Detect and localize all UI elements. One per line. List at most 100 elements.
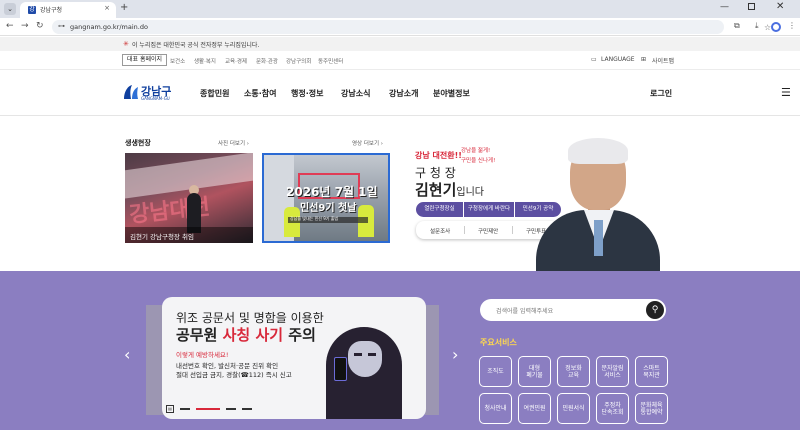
- gov-emblem-icon: ✳: [123, 40, 129, 48]
- mayor-slogan-b: 구민을 신나게!: [461, 158, 496, 164]
- nav-item-news[interactable]: 강남소식: [341, 88, 370, 99]
- logo-subtitle: GANGNAM-GU: [141, 96, 170, 101]
- extensions-icon[interactable]: ⧉: [734, 21, 740, 31]
- main-navigation: 강남구 GANGNAM-GU 종합민원 소통·참여 행정·정보 강남소식 강남소…: [0, 70, 800, 116]
- util-link-welfare[interactable]: 생활·복지: [194, 57, 216, 65]
- photo-more-link[interactable]: 사진 더보기 ›: [218, 139, 249, 147]
- service-sms-alert[interactable]: 문자알림 서비스: [596, 356, 629, 387]
- video-title: 2026년 7월 1일: [286, 185, 378, 199]
- video-card-first-day[interactable]: 2026년 7월 1일 민선9기 첫날 강남을 빛내는 민선 9기 출범: [262, 153, 390, 243]
- service-parking-check[interactable]: 주정차 단속조회: [596, 393, 629, 424]
- back-icon[interactable]: ←: [6, 21, 14, 31]
- portrait-hair: [568, 138, 628, 164]
- promo-slide-fraud-warning[interactable]: 위조 공문서 및 명함을 이용한 공무원 사칭 사기 주의 이렇게 예방하세요!…: [162, 297, 426, 419]
- slide-indicator[interactable]: [180, 408, 190, 410]
- util-link-education[interactable]: 교육·경제: [225, 57, 247, 65]
- slide-pause-icon[interactable]: ▤: [166, 405, 174, 413]
- slide-next-chevron-icon[interactable]: ›: [452, 345, 458, 364]
- util-link-community[interactable]: 동주민센터: [318, 57, 343, 65]
- browser-menu-icon[interactable]: ⋮: [788, 21, 796, 30]
- tab-list-chevron-icon[interactable]: ⌄: [4, 3, 16, 15]
- service-office-guide[interactable]: 청사안내: [479, 393, 512, 424]
- browser-tab[interactable]: 강 강남구청 ×: [20, 2, 116, 18]
- language-icon: ▭: [591, 56, 597, 63]
- close-window-button[interactable]: ✕: [776, 1, 784, 12]
- mayor-portrait: [528, 128, 668, 271]
- gangnam-logo-icon[interactable]: [122, 83, 140, 101]
- forward-icon[interactable]: →: [21, 21, 29, 31]
- browser-tabbar: ⌄ 강 강남구청 × + — ✕: [0, 0, 800, 18]
- nav-item-about[interactable]: 강남소개: [389, 88, 418, 99]
- mayor-name: 김현기입니다: [415, 181, 485, 199]
- slide-prev-chevron-icon[interactable]: ‹: [124, 345, 130, 364]
- maximize-button[interactable]: [748, 3, 755, 10]
- mask-illustration: [348, 341, 382, 377]
- service-smart-welfare[interactable]: 스마트 복지관: [635, 356, 668, 387]
- mask-eye: [354, 353, 362, 356]
- profile-avatar[interactable]: [771, 22, 781, 32]
- photo-caption: 김현기 강남구청장 취임: [130, 233, 194, 241]
- open-mayor-office-button[interactable]: 열린구청장실: [416, 202, 463, 217]
- nav-item-civil[interactable]: 종합민원: [200, 88, 229, 99]
- slide-indicator[interactable]: [242, 408, 252, 410]
- tab-close-icon[interactable]: ×: [104, 4, 110, 12]
- slide-body-2: 절대 선입금 금지, 경찰(☎112) 즉시 신고: [176, 371, 292, 379]
- mask-eye: [368, 353, 376, 356]
- slide-indicator[interactable]: [226, 408, 236, 410]
- search-icon[interactable]: ⚲: [646, 301, 664, 319]
- photo-card-inauguration[interactable]: 강남대전 김현기 강남구청장 취임: [125, 153, 253, 243]
- nav-item-administration[interactable]: 행정·정보: [291, 88, 323, 99]
- search-input[interactable]: 검색어를 입력해주세요: [496, 306, 553, 315]
- phone-illustration: [334, 357, 347, 381]
- video-ribbon-text: 강남을 빛내는 민선 9기 출범: [290, 216, 339, 221]
- utility-bar: 대표 홈페이지 보건소 생활·복지 교육·경제 문화·관광 강남구의회 동주민센…: [0, 52, 800, 70]
- tab-title: 강남구청: [40, 7, 63, 14]
- minimize-button[interactable]: —: [720, 2, 729, 12]
- service-culture-reservation[interactable]: 문화체육 통합예약: [635, 393, 668, 424]
- service-org-chart[interactable]: 조직도: [479, 356, 512, 387]
- util-link-culture[interactable]: 문화·관광: [256, 57, 278, 65]
- proposal-link[interactable]: 구민제안: [478, 227, 498, 235]
- site-info-icon[interactable]: ⊶: [58, 22, 65, 30]
- address-bar: ← → ↻ ⊶ gangnam.go.kr/main.do ☆ ⧉ ⤓ ⋮: [0, 18, 800, 36]
- sitemap-icon: ⊞: [641, 56, 647, 63]
- divider: [464, 226, 465, 234]
- gov-notice-bar: ✳ 이 누리집은 대한민국 공식 전자정부 누리집입니다.: [0, 37, 800, 51]
- vivid-section-title: 생생현장: [125, 139, 151, 147]
- slide-indicator-active[interactable]: [196, 408, 220, 410]
- util-link-council[interactable]: 강남구의회: [286, 57, 311, 65]
- main-homepage-link[interactable]: 대표 홈페이지: [122, 54, 168, 66]
- url-text[interactable]: gangnam.go.kr/main.do: [70, 23, 148, 31]
- favicon-icon: 강: [28, 6, 36, 14]
- service-passport[interactable]: 여권민원: [518, 393, 551, 424]
- video-subtitle: 민선9기 첫날: [300, 203, 357, 214]
- language-link[interactable]: LANGUAGE: [601, 56, 635, 63]
- photo-caption-bar: 김현기 강남구청장 취임: [125, 227, 253, 243]
- hamburger-menu-icon[interactable]: ☰: [781, 86, 791, 99]
- survey-link[interactable]: 설문조사: [430, 227, 450, 235]
- service-it-education[interactable]: 정보화 교육: [557, 356, 590, 387]
- sitemap-link[interactable]: 사이트맵: [652, 56, 674, 65]
- slide-warning: 이렇게 예방하세요!: [176, 351, 229, 359]
- video-more-link[interactable]: 영상 더보기 ›: [352, 139, 383, 147]
- mayor-slogan-a: 강남을 젊게!: [461, 148, 491, 154]
- portrait-tie: [594, 220, 603, 256]
- util-link-health[interactable]: 보건소: [170, 57, 185, 65]
- site-search-box[interactable]: 검색어를 입력해주세요 ⚲: [480, 299, 666, 321]
- login-link[interactable]: 로그인: [650, 88, 672, 99]
- reload-icon[interactable]: ↻: [36, 21, 44, 31]
- download-icon[interactable]: ⤓: [755, 21, 759, 31]
- mayor-slogan-main: 강남 대전환!!: [415, 151, 462, 160]
- slide-headline-2: 공무원 사칭 사기 주의: [176, 326, 316, 344]
- new-tab-button[interactable]: +: [120, 2, 128, 13]
- gov-notice-text[interactable]: 이 누리집은 대한민국 공식 전자정부 누리집입니다.: [132, 40, 259, 49]
- petition-mayor-button[interactable]: 구청장에게 바란다: [464, 202, 514, 217]
- url-field[interactable]: ⊶ gangnam.go.kr/main.do ☆: [52, 20, 771, 34]
- service-bulky-waste[interactable]: 대형 폐기물: [518, 356, 551, 387]
- divider: [512, 226, 513, 234]
- nav-item-fields[interactable]: 분야별정보: [433, 88, 470, 99]
- slide-peek-right: [425, 305, 439, 415]
- service-forms[interactable]: 민원서식: [557, 393, 590, 424]
- nav-item-communication[interactable]: 소통·참여: [244, 88, 276, 99]
- services-title: 주요서비스: [480, 338, 517, 347]
